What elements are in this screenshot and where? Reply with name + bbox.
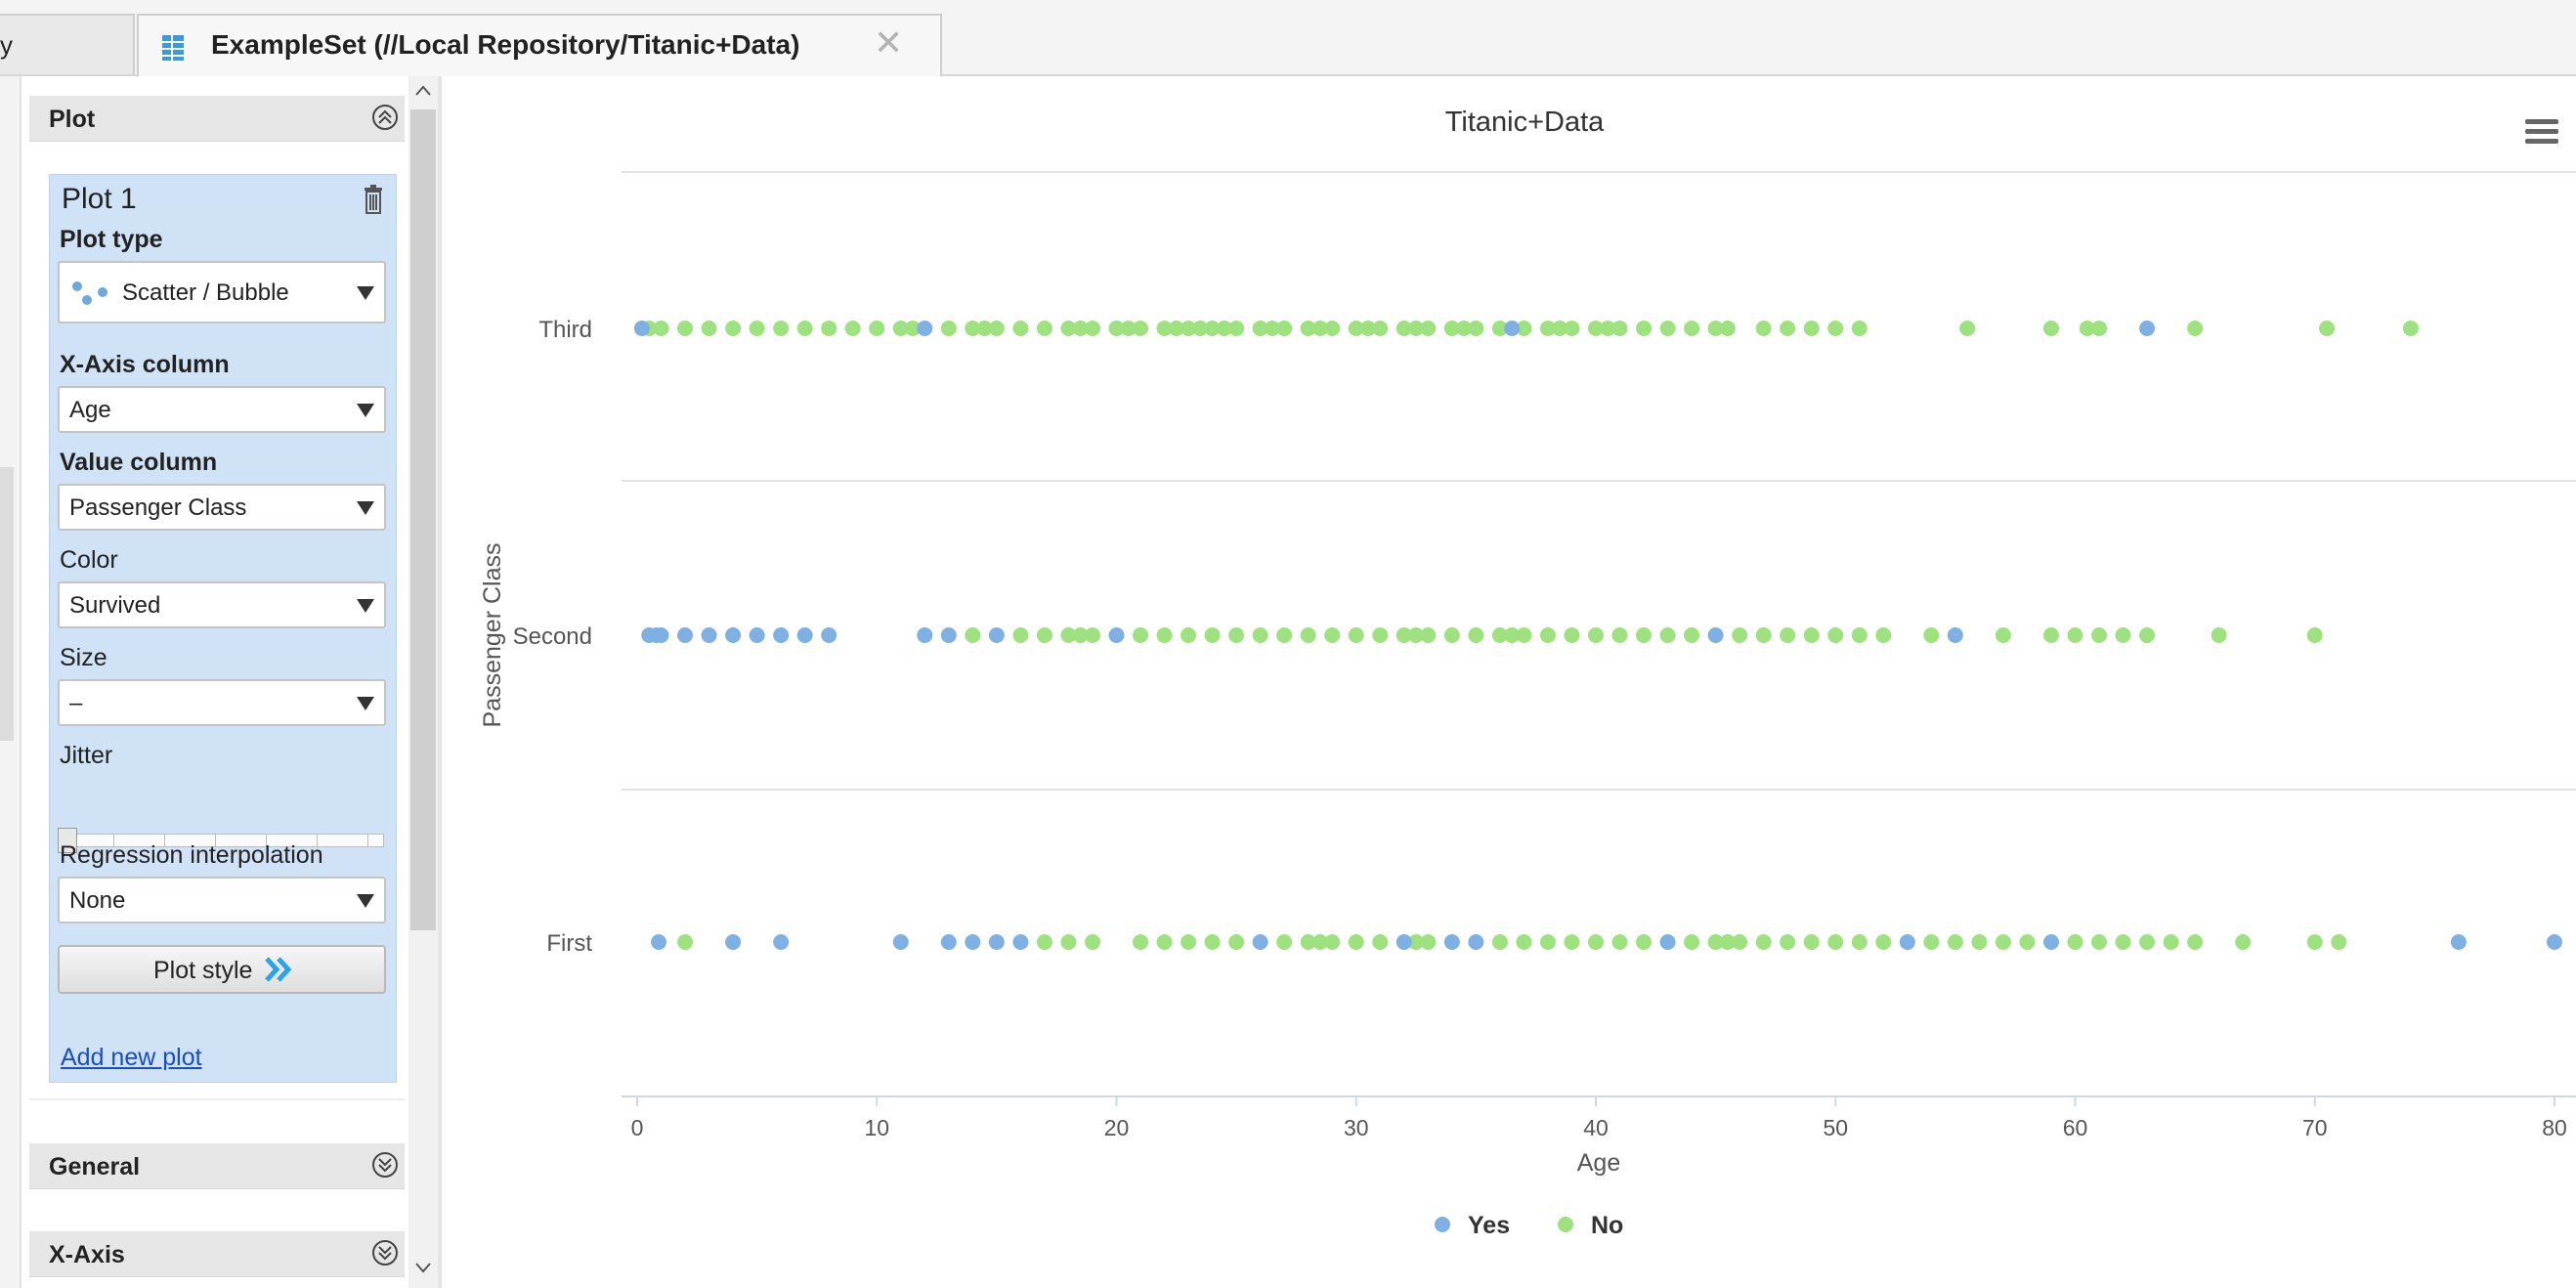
- plot-1-config: Plot 1 Plot type Scatter / Bubble X-Axis…: [49, 174, 397, 1083]
- x-axis-column-value: Age: [69, 397, 111, 423]
- divider: [29, 1098, 405, 1100]
- plot-style-button[interactable]: Plot style: [58, 945, 386, 994]
- chevron-down-icon: [357, 697, 374, 710]
- size-label: Size: [60, 644, 107, 671]
- plot-config-panel: Plot Plot 1 Plot type Scatter / Bubble X…: [0, 76, 407, 1288]
- close-icon[interactable]: ✕: [874, 25, 903, 61]
- chevron-down-icon: [357, 894, 374, 908]
- regression-interpolation-select[interactable]: None: [58, 877, 386, 923]
- x-axis-section-header[interactable]: X-Axis: [29, 1231, 405, 1277]
- chevron-down-icon: [357, 501, 374, 515]
- plot-type-label: Plot type: [60, 226, 163, 253]
- color-value: Survived: [69, 592, 161, 619]
- panel-content: Plot Plot 1 Plot type Scatter / Bubble X…: [21, 76, 407, 1288]
- regression-interpolation-value: None: [69, 887, 126, 914]
- left-edge-strip: [0, 76, 21, 1288]
- tab-title: ExampleSet (//Local Repository/Titanic+D…: [211, 29, 800, 60]
- value-column-value: Passenger Class: [69, 494, 247, 521]
- scroll-down-icon[interactable]: [414, 1259, 432, 1276]
- x-axis-section-title: X-Axis: [49, 1241, 125, 1268]
- panel-scrollbar[interactable]: [408, 76, 438, 1288]
- value-column-label: Value column: [60, 449, 218, 476]
- x-axis-column-label: X-Axis column: [60, 351, 230, 378]
- plot-type-value: Scatter / Bubble: [122, 279, 289, 306]
- scroll-up-icon[interactable]: [414, 82, 432, 100]
- scatter-icon: [72, 281, 107, 305]
- trash-icon[interactable]: [363, 185, 384, 214]
- tab-previous-label: y: [0, 30, 13, 60]
- expand-down-icon[interactable]: [371, 1151, 399, 1179]
- value-column-select[interactable]: Passenger Class: [58, 484, 386, 531]
- double-chevron-right-icon: [265, 957, 292, 982]
- expand-down-icon[interactable]: [371, 1239, 399, 1267]
- regression-interpolation-label: Regression interpolation: [60, 841, 323, 869]
- menu-icon[interactable]: [2525, 117, 2558, 147]
- size-value: –: [69, 690, 83, 716]
- size-select[interactable]: –: [58, 679, 386, 726]
- x-axis-column-select[interactable]: Age: [58, 386, 386, 433]
- plot-title: Plot 1: [62, 183, 137, 215]
- scroll-thumb[interactable]: [410, 109, 436, 930]
- general-section-header[interactable]: General: [29, 1143, 405, 1189]
- chart-area: [442, 76, 2576, 1288]
- plot-section-header[interactable]: Plot: [29, 96, 405, 142]
- add-new-plot-link[interactable]: Add new plot: [61, 1044, 202, 1072]
- color-label: Color: [60, 546, 118, 574]
- plot-section-title: Plot: [49, 106, 96, 133]
- slider-tick: [367, 835, 368, 846]
- chevron-down-icon: [357, 286, 374, 300]
- table-icon: [162, 35, 184, 61]
- collapse-up-icon[interactable]: [371, 104, 399, 131]
- color-select[interactable]: Survived: [58, 581, 386, 628]
- chevron-down-icon: [357, 599, 374, 613]
- left-edge-handle[interactable]: [0, 467, 14, 741]
- plot-style-label: Plot style: [153, 957, 253, 984]
- plot-type-select[interactable]: Scatter / Bubble: [58, 261, 386, 323]
- general-section-title: General: [49, 1153, 141, 1181]
- jitter-label: Jitter: [60, 742, 113, 769]
- chevron-down-icon: [357, 404, 374, 417]
- tab-bar: y ExampleSet (//Local Repository/Titanic…: [0, 0, 2576, 76]
- tab-previous[interactable]: y: [0, 14, 135, 74]
- tab-exampleset[interactable]: ExampleSet (//Local Repository/Titanic+D…: [137, 14, 942, 76]
